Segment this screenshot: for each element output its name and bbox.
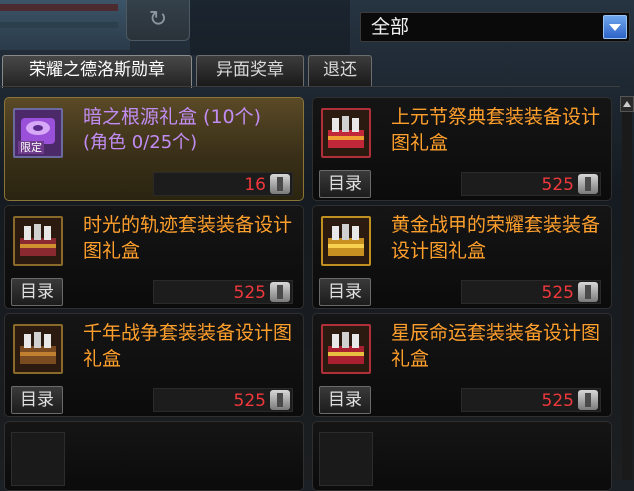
catalog-button[interactable]: 目录 <box>319 386 371 414</box>
scrollbar-track[interactable] <box>622 112 632 480</box>
status-bars <box>0 0 130 50</box>
price-field: 525 <box>461 388 601 412</box>
background-shade <box>190 0 350 55</box>
item-name: 时光的轨迹套装装备设计图礼盒 <box>83 214 293 262</box>
item-price: 525 <box>233 283 266 303</box>
filter-value: 全部 <box>371 16 410 38</box>
item-limit-count: (角色 0/25个) <box>83 132 198 153</box>
price-field: 525 <box>153 280 293 304</box>
tab-refund[interactable]: 退还 <box>308 55 372 86</box>
tab-delos-medal[interactable]: 荣耀之德洛斯勋章 <box>2 55 192 88</box>
list-item[interactable]: 限定 暗之根源礼盒 (10个) (角色 0/25个) 16 <box>4 97 304 201</box>
blueprint-box-icon <box>321 324 371 374</box>
medal-currency-icon <box>270 390 290 410</box>
list-item-empty <box>4 421 304 491</box>
item-name: 上元节祭典套装装备设计图礼盒 <box>391 106 601 154</box>
price-field: 16 <box>153 172 293 196</box>
list-item[interactable]: 目录 星辰命运套装装备设计图礼盒 525 <box>312 313 612 417</box>
refresh-icon[interactable]: ↻ <box>126 0 190 41</box>
item-price: 525 <box>541 175 574 195</box>
scroll-up-button[interactable] <box>620 96 634 112</box>
limited-badge: 限定 <box>18 141 44 154</box>
item-price: 16 <box>244 175 266 195</box>
mp-bar <box>0 22 118 28</box>
catalog-button[interactable]: 目录 <box>319 278 371 306</box>
price-field: 525 <box>153 388 293 412</box>
catalog-button[interactable]: 目录 <box>11 386 63 414</box>
item-price: 525 <box>233 391 266 411</box>
item-name-text: 暗之根源礼盒 (10个) <box>83 106 262 128</box>
medal-currency-icon <box>578 282 598 302</box>
catalog-button[interactable]: 目录 <box>11 278 63 306</box>
price-field: 525 <box>461 172 601 196</box>
empty-item-slot <box>11 432 65 486</box>
item-list: 限定 暗之根源礼盒 (10个) (角色 0/25个) 16 目录 上元节祭典套装… <box>0 87 618 491</box>
item-name: 黄金战甲的荣耀套装装备设计图礼盒 <box>391 214 601 262</box>
list-item[interactable]: 目录 黄金战甲的荣耀套装装备设计图礼盒 525 <box>312 205 612 309</box>
item-price: 525 <box>541 283 574 303</box>
hp-bar <box>0 4 118 11</box>
chevron-down-icon[interactable] <box>603 15 627 39</box>
catalog-button[interactable]: 目录 <box>319 170 371 198</box>
item-name: 千年战争套装装备设计图礼盒 <box>83 322 293 370</box>
empty-item-slot <box>319 432 373 486</box>
medal-currency-icon <box>270 174 290 194</box>
price-field: 525 <box>461 280 601 304</box>
medal-currency-icon <box>270 282 290 302</box>
item-name: 暗之根源礼盒 (10个) (角色 0/25个) <box>83 104 299 156</box>
medal-currency-icon <box>578 390 598 410</box>
tab-otherworld-medal[interactable]: 异面奖章 <box>196 55 304 86</box>
blueprint-box-icon <box>13 216 63 266</box>
category-filter-dropdown[interactable]: 全部 <box>360 12 630 42</box>
blueprint-box-icon <box>321 216 371 266</box>
blueprint-box-icon <box>321 108 371 158</box>
list-item[interactable]: 目录 上元节祭典套装装备设计图礼盒 525 <box>312 97 612 201</box>
blueprint-box-icon <box>13 324 63 374</box>
item-name: 星辰命运套装装备设计图礼盒 <box>391 322 601 370</box>
medal-currency-icon <box>578 174 598 194</box>
item-price: 525 <box>541 391 574 411</box>
list-item[interactable]: 目录 千年战争套装装备设计图礼盒 525 <box>4 313 304 417</box>
list-item-empty <box>312 421 612 491</box>
list-item[interactable]: 目录 时光的轨迹套装装备设计图礼盒 525 <box>4 205 304 309</box>
